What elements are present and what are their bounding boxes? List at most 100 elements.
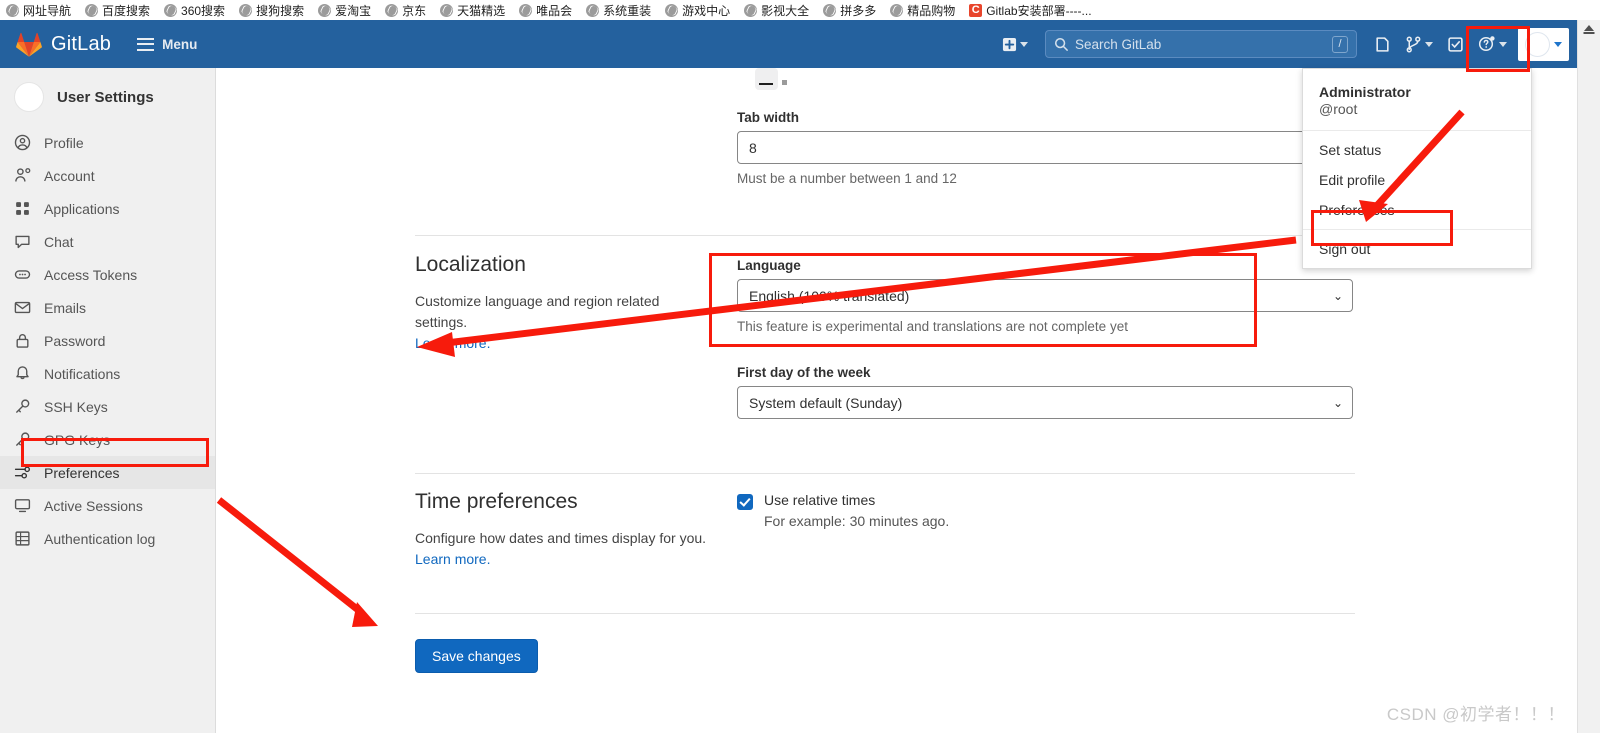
bookmark-item[interactable]: 影视大全	[744, 2, 809, 19]
sidebar-item-gpg-keys[interactable]: GPG Keys	[0, 423, 215, 456]
first-day-select[interactable]: System default (Sunday) ⌄	[737, 386, 1353, 419]
bookmark-label: 拼多多	[840, 3, 877, 18]
bookmark-item[interactable]: 百度搜索	[85, 2, 150, 19]
time-preferences-description-block: Time preferences Configure how dates and…	[415, 490, 725, 570]
chevron-down-icon	[1499, 41, 1507, 47]
use-relative-times-sublabel: For example: 30 minutes ago.	[764, 513, 950, 529]
envelope-icon	[14, 301, 31, 314]
page-scrollbar[interactable]	[1577, 20, 1600, 733]
section-divider	[415, 473, 1355, 474]
bookmark-item[interactable]: 搜狗搜索	[239, 2, 304, 19]
monitor-icon	[14, 499, 31, 513]
dropdown-item-set-status[interactable]: Set status	[1303, 135, 1531, 165]
bookmark-item[interactable]: 网址导航	[6, 2, 71, 19]
screen-root: 网址导航 百度搜索 360搜索 搜狗搜索 爱淘宝 京东 天猫精选 唯品会 系统重…	[0, 0, 1600, 733]
dropdown-user-handle: @root	[1319, 101, 1358, 117]
key-icon	[16, 432, 30, 446]
section-divider	[415, 235, 1355, 236]
sidebar-item-ssh-keys[interactable]: SSH Keys	[0, 390, 215, 423]
sidebar-item-notifications[interactable]: Notifications	[0, 357, 215, 390]
sidebar-item-applications[interactable]: Applications	[0, 192, 215, 225]
sidebar-item-emails[interactable]: Emails	[0, 291, 215, 324]
issues-icon	[1376, 36, 1389, 52]
chevron-down-icon	[1425, 41, 1433, 47]
gitlab-logo-icon	[16, 32, 42, 57]
globe-icon	[519, 3, 533, 17]
bookmark-item[interactable]: 京东	[385, 2, 426, 19]
use-relative-times-checkbox[interactable]	[737, 494, 753, 510]
bookmark-item[interactable]: 唯品会	[519, 2, 572, 19]
first-day-value: System default (Sunday)	[749, 394, 903, 411]
dropdown-separator	[1303, 229, 1531, 230]
bookmark-item[interactable]: 游戏中心	[665, 2, 730, 19]
first-day-field-group: First day of the week System default (Su…	[737, 365, 1361, 419]
tab-width-input[interactable]: 8	[737, 131, 1361, 164]
sidebar-item-password[interactable]: Password	[0, 324, 215, 357]
bookmark-item[interactable]: 拼多多	[823, 2, 876, 19]
tab-width-label: Tab width	[737, 110, 799, 125]
globe-icon	[239, 3, 253, 17]
globe-icon	[440, 3, 454, 17]
bookmark-item[interactable]: 爱淘宝	[318, 2, 371, 19]
avatar	[14, 82, 44, 112]
bookmark-item-active-page[interactable]: C Gitlab安装部署----...	[969, 2, 1092, 19]
bookmark-item[interactable]: 360搜索	[164, 2, 225, 19]
save-changes-button[interactable]: Save changes	[415, 639, 538, 673]
todos-button[interactable]	[1440, 20, 1471, 68]
bookmark-item[interactable]: 天猫精选	[440, 2, 505, 19]
bookmark-item[interactable]: 精品购物	[890, 2, 955, 19]
dropdown-item-preferences[interactable]: Preferences	[1303, 195, 1531, 225]
plus-square-icon	[1002, 37, 1017, 51]
globe-icon	[6, 3, 19, 17]
todo-check-icon	[1448, 36, 1463, 52]
sidebar-item-account[interactable]: Account	[0, 159, 215, 192]
lock-icon	[16, 334, 29, 348]
sidebar-item-label: Profile	[44, 134, 84, 151]
search-input[interactable]: Search GitLab /	[1045, 30, 1357, 58]
bookmark-label: 精品购物	[907, 3, 956, 18]
sidebar-item-label: GPG Keys	[44, 431, 111, 448]
localization-learn-more-link[interactable]: Learn more.	[415, 333, 490, 354]
sidebar-item-profile[interactable]: Profile	[0, 126, 215, 159]
token-pill-icon	[14, 270, 31, 279]
sidebar-item-authentication-log[interactable]: Authentication log	[0, 522, 215, 555]
dropdown-item-sign-out[interactable]: Sign out	[1303, 234, 1531, 264]
merge-request-icon	[1406, 36, 1421, 52]
gitlab-brand[interactable]: GitLab	[16, 32, 111, 57]
localization-description: Customize language and region related se…	[415, 293, 660, 330]
language-select[interactable]: English (100% translated) ⌄	[737, 279, 1353, 312]
navbar-right-actions: Search GitLab /	[995, 20, 1577, 68]
sidebar-item-preferences[interactable]: Preferences	[0, 456, 215, 489]
dropdown-item-edit-profile[interactable]: Edit profile	[1303, 165, 1531, 195]
globe-icon	[586, 3, 600, 17]
use-relative-times-row[interactable]: Use relative times For example: 30 minut…	[737, 492, 1177, 529]
tab-width-help: Must be a number between 1 and 12	[737, 171, 957, 186]
sidebar-item-access-tokens[interactable]: Access Tokens	[0, 258, 215, 291]
help-button[interactable]	[1471, 20, 1514, 68]
menu-button[interactable]: Menu	[137, 37, 197, 52]
bookmark-item[interactable]: 系统重装	[586, 2, 651, 19]
chevron-down-icon	[1020, 41, 1028, 47]
language-label: Language	[737, 258, 801, 273]
sidebar-item-active-sessions[interactable]: Active Sessions	[0, 489, 215, 522]
localization-description-block: Localization Customize language and regi…	[415, 253, 715, 354]
issues-button[interactable]	[1367, 20, 1398, 68]
section-divider	[415, 613, 1355, 614]
chevron-down-icon: ⌄	[1332, 288, 1343, 303]
search-shortcut-key: /	[1332, 35, 1348, 53]
avatar	[1525, 31, 1550, 57]
scroll-up-arrow-icon[interactable]	[1584, 25, 1594, 31]
merge-requests-button[interactable]	[1398, 20, 1440, 68]
user-avatar-menu-button[interactable]	[1518, 27, 1569, 61]
new-item-button[interactable]	[995, 20, 1035, 68]
globe-icon	[85, 3, 99, 17]
sidebar-item-label: Notifications	[44, 365, 121, 382]
sidebar-item-chat[interactable]: Chat	[0, 225, 215, 258]
hamburger-icon	[137, 37, 155, 51]
decorative-dot	[782, 80, 787, 85]
time-preferences-learn-more-link[interactable]: Learn more.	[415, 549, 490, 570]
sidebar-header: User Settings	[0, 74, 215, 126]
globe-icon	[823, 3, 837, 17]
preferences-sliders-icon	[14, 466, 30, 479]
user-dropdown-menu: Administrator @root Set status Edit prof…	[1302, 68, 1532, 269]
